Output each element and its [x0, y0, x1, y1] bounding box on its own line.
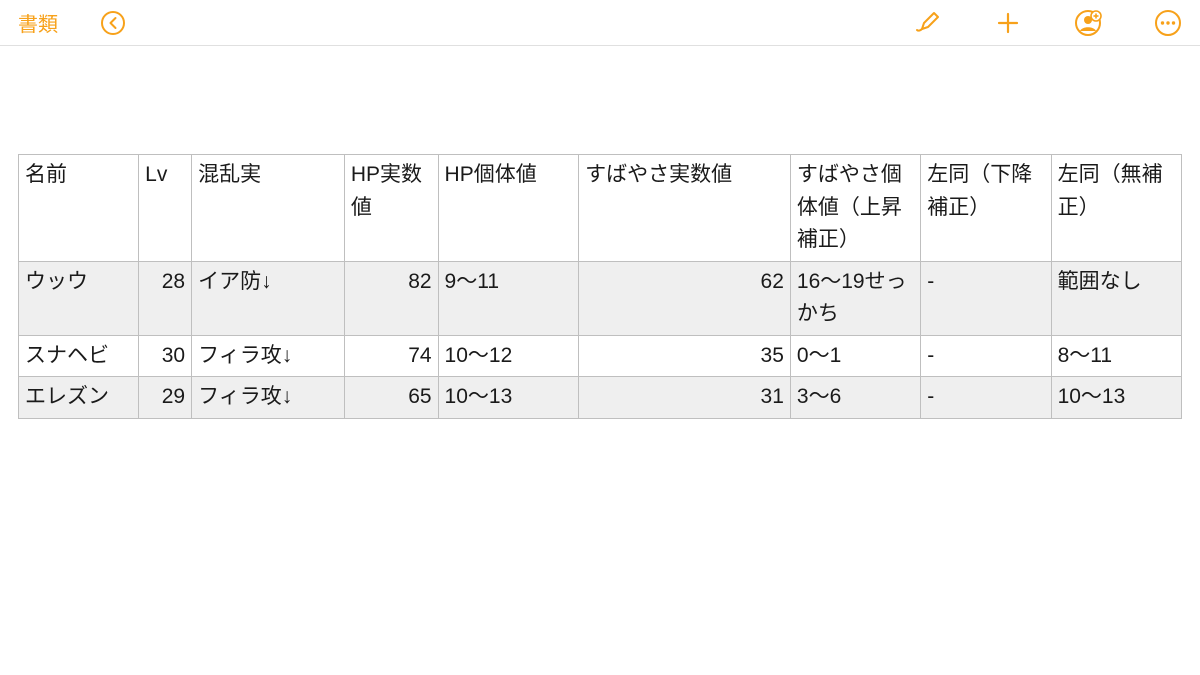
cell-name[interactable]: ウッウ [19, 261, 139, 335]
cell-lv[interactable]: 30 [139, 335, 192, 377]
table-row[interactable]: スナヘビ 30 フィラ攻↓ 74 10〜12 35 0〜1 - 8〜11 [19, 335, 1182, 377]
table-body: ウッウ 28 イア防↓ 82 9〜11 62 16〜19せっかち - 範囲なし … [19, 261, 1182, 418]
cell-speed-actual[interactable]: 31 [579, 377, 791, 419]
toolbar-left: 書類 [18, 8, 126, 37]
format-button[interactable] [914, 9, 942, 37]
cell-berry[interactable]: フィラ攻↓ [192, 335, 345, 377]
toolbar-right [914, 9, 1182, 37]
cell-speed-iv-up[interactable]: 16〜19せっかち [790, 261, 920, 335]
col-speed-actual[interactable]: すばやさ実数値 [579, 155, 791, 262]
cell-hp-actual[interactable]: 74 [344, 335, 438, 377]
cell-speed-iv-up[interactable]: 0〜1 [790, 335, 920, 377]
cell-speed-iv-down[interactable]: - [921, 335, 1051, 377]
document-content: 名前 Lv 混乱実 HP実数値 HP個体値 すばやさ実数値 すばやさ個体値（上昇… [0, 46, 1200, 419]
cell-berry[interactable]: フィラ攻↓ [192, 377, 345, 419]
add-button[interactable] [994, 9, 1022, 37]
more-icon [1154, 9, 1182, 37]
cell-speed-iv-none[interactable]: 10〜13 [1051, 377, 1181, 419]
col-speed-iv-down[interactable]: 左同（下降補正） [921, 155, 1051, 262]
col-hp-actual[interactable]: HP実数値 [344, 155, 438, 262]
cell-lv[interactable]: 28 [139, 261, 192, 335]
cell-name[interactable]: スナヘビ [19, 335, 139, 377]
undo-button[interactable] [100, 10, 126, 36]
toolbar: 書類 [0, 0, 1200, 46]
col-speed-iv-none[interactable]: 左同（無補正） [1051, 155, 1181, 262]
share-button[interactable] [1074, 9, 1102, 37]
cell-speed-iv-down[interactable]: - [921, 261, 1051, 335]
data-table[interactable]: 名前 Lv 混乱実 HP実数値 HP個体値 すばやさ実数値 すばやさ個体値（上昇… [18, 154, 1182, 419]
undo-icon [100, 10, 126, 36]
cell-speed-iv-none[interactable]: 8〜11 [1051, 335, 1181, 377]
cell-speed-iv-down[interactable]: - [921, 377, 1051, 419]
cell-hp-actual[interactable]: 65 [344, 377, 438, 419]
cell-hp-actual[interactable]: 82 [344, 261, 438, 335]
add-person-icon [1074, 9, 1102, 37]
table-row[interactable]: エレズン 29 フィラ攻↓ 65 10〜13 31 3〜6 - 10〜13 [19, 377, 1182, 419]
cell-lv[interactable]: 29 [139, 377, 192, 419]
cell-berry[interactable]: イア防↓ [192, 261, 345, 335]
cell-speed-actual[interactable]: 35 [579, 335, 791, 377]
col-lv[interactable]: Lv [139, 155, 192, 262]
cell-hp-iv[interactable]: 10〜13 [438, 377, 579, 419]
table-row[interactable]: ウッウ 28 イア防↓ 82 9〜11 62 16〜19せっかち - 範囲なし [19, 261, 1182, 335]
more-button[interactable] [1154, 9, 1182, 37]
table-header-row: 名前 Lv 混乱実 HP実数値 HP個体値 すばやさ実数値 すばやさ個体値（上昇… [19, 155, 1182, 262]
cell-speed-actual[interactable]: 62 [579, 261, 791, 335]
cell-hp-iv[interactable]: 10〜12 [438, 335, 579, 377]
col-hp-iv[interactable]: HP個体値 [438, 155, 579, 262]
cell-speed-iv-none[interactable]: 範囲なし [1051, 261, 1181, 335]
col-berry[interactable]: 混乱実 [192, 155, 345, 262]
cell-hp-iv[interactable]: 9〜11 [438, 261, 579, 335]
col-name[interactable]: 名前 [19, 155, 139, 262]
paintbrush-icon [914, 9, 942, 37]
col-speed-iv-up[interactable]: すばやさ個体値（上昇補正） [790, 155, 920, 262]
cell-name[interactable]: エレズン [19, 377, 139, 419]
cell-speed-iv-up[interactable]: 3〜6 [790, 377, 920, 419]
plus-icon [994, 9, 1022, 37]
back-button[interactable]: 書類 [18, 8, 58, 37]
